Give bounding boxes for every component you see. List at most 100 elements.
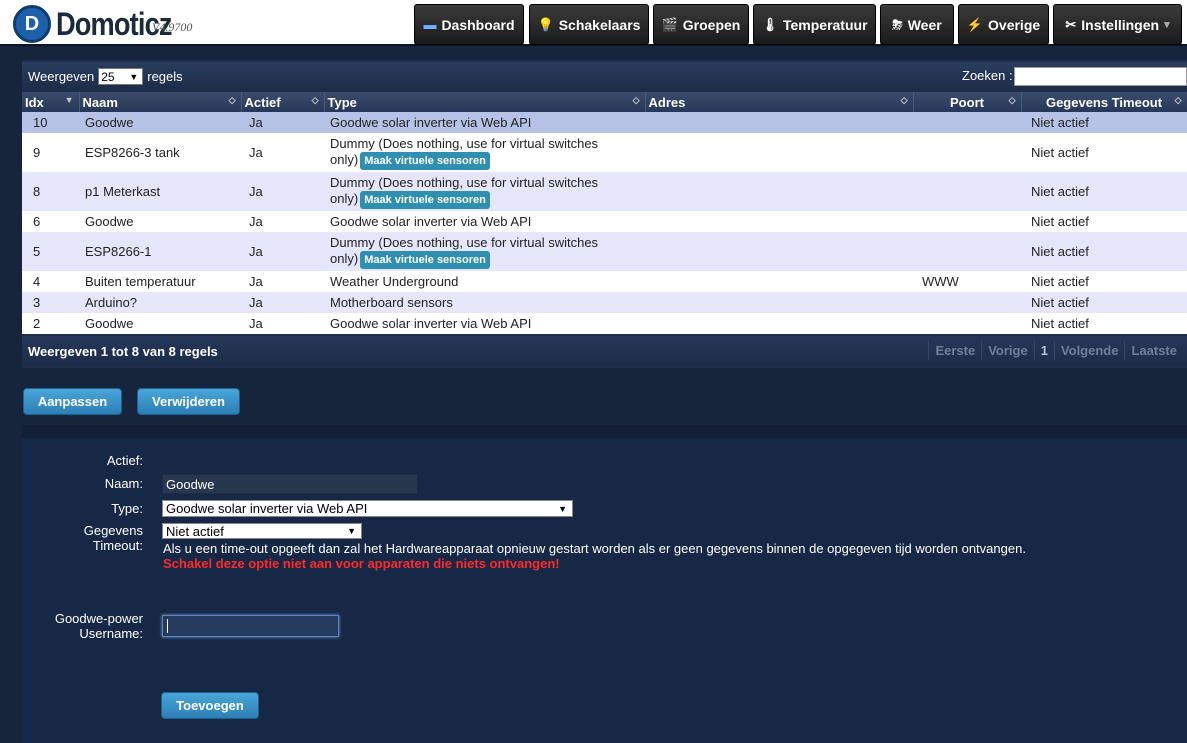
type-line: Dummy (Does nothing, use for virtual swi… — [330, 135, 599, 151]
show-prefix: Weergeven — [28, 69, 95, 84]
column-idx[interactable]: Idx ▼ — [22, 92, 80, 112]
sort-icon: ◇ — [1008, 95, 1016, 105]
table-footer: Weergeven 1 tot 8 van 8 regels Eerste Vo… — [22, 336, 1187, 366]
nav-weather-label: Weer — [907, 16, 942, 33]
scenes-icon: 🎬 — [661, 16, 678, 32]
page-previous[interactable]: Vorige — [981, 341, 1034, 360]
nav-dashboard[interactable]: ▬ Dashboard — [414, 4, 524, 45]
page-last[interactable]: Laatste — [1124, 341, 1183, 360]
utility-icon: ⚡ — [966, 16, 984, 32]
create-virtual-sensors-button[interactable]: Maak virtuele sensoren — [360, 250, 490, 269]
type-select-value: Goodwe solar inverter via Web API — [166, 501, 368, 516]
cell-type: Dummy (Does nothing, use for virtual swi… — [324, 232, 645, 271]
sort-icon: ◇ — [632, 95, 640, 105]
column-address[interactable]: Adres ◇ — [645, 92, 914, 112]
cell-port: WWW — [913, 271, 1021, 292]
page-next[interactable]: Volgende — [1053, 341, 1125, 360]
cell-name: Goodwe — [79, 313, 241, 334]
cell-name: Goodwe — [79, 112, 241, 133]
cell-enabled: Ja — [241, 172, 324, 211]
nav-scenes-label: Groepen — [682, 16, 741, 33]
nav-scenes[interactable]: 🎬 Groepen — [653, 4, 749, 45]
timeout-label: Gegevens Timeout: — [83, 523, 143, 553]
type-select[interactable]: Goodwe solar inverter via Web API ▼ — [162, 500, 573, 517]
cell-enabled: Ja — [241, 232, 324, 271]
add-button[interactable]: Toevoegen — [161, 692, 259, 719]
table-row[interactable]: 9 ESP8266-3 tank Ja Dummy (Does nothing, us… — [22, 133, 1187, 172]
create-virtual-sensors-button[interactable]: Maak virtuele sensoren — [360, 151, 490, 170]
username-input[interactable] — [162, 615, 339, 637]
chevron-down-icon: ▼ — [129, 71, 139, 82]
chevron-down-icon: ▾ — [1164, 19, 1170, 31]
create-virtual-sensors-button[interactable]: Maak virtuele sensoren — [360, 190, 490, 209]
cell-name: Goodwe — [79, 211, 241, 232]
page-first[interactable]: Eerste — [928, 341, 981, 360]
weather-icon: ⛈ — [892, 16, 903, 32]
cell-idx: 4 — [22, 271, 79, 292]
name-label: Naam: — [104, 476, 143, 491]
table-row[interactable]: 3 Arduino? Ja Motherboard sensors Niet actie… — [22, 292, 1187, 313]
thermometer-icon: 🌡 — [761, 16, 778, 32]
nav-weather[interactable]: ⛈ Weer — [880, 4, 954, 45]
cell-type: Goodwe solar inverter via Web API — [324, 112, 645, 133]
lightbulb-icon: 💡 — [537, 16, 554, 32]
delete-button[interactable]: Verwijderen — [137, 388, 240, 415]
cell-idx: 3 — [22, 292, 79, 313]
column-type[interactable]: Type ◇ — [324, 92, 646, 112]
cell-address — [645, 292, 913, 313]
sort-icon: ◇ — [228, 95, 236, 105]
cell-enabled: Ja — [241, 271, 324, 292]
cell-port — [913, 292, 1021, 313]
nav-dashboard-label: Dashboard — [441, 16, 515, 33]
timeout-help-text: Als u een time-out opgeeft dan zal het H… — [163, 541, 1026, 556]
cell-port — [913, 172, 1021, 211]
column-enabled[interactable]: Actief ◇ — [241, 92, 325, 112]
cell-name: ESP8266-3 tank — [79, 133, 241, 172]
timeout-select[interactable]: Niet actief ▼ — [162, 523, 362, 539]
table-row[interactable]: 5 ESP8266-1 Ja Dummy (Does nothing, use for… — [22, 232, 1187, 271]
table-row[interactable]: 8 p1 Meterkast Ja Dummy (Does nothing, use … — [22, 172, 1187, 211]
cell-type: Goodwe solar inverter via Web API — [324, 211, 645, 232]
cell-address — [645, 133, 913, 172]
cell-enabled: Ja — [241, 211, 324, 232]
nav-utility[interactable]: ⚡ Overige — [958, 4, 1049, 45]
nav-switches[interactable]: 💡 Schakelaars — [529, 4, 649, 45]
page-current[interactable]: 1 — [1033, 341, 1054, 360]
cell-address — [645, 112, 913, 133]
nav-temperature[interactable]: 🌡 Temperatuur — [753, 4, 876, 45]
cell-port — [913, 133, 1021, 172]
table-info: Weergeven 1 tot 8 van 8 regels — [28, 344, 218, 359]
nav-switches-label: Schakelaars — [558, 16, 641, 33]
hardware-table: Idx ▼ Naam ◇ Actief ◇ Type ◇ Adres ◇ Poort ◇ G… — [22, 92, 1187, 334]
page-length-select[interactable]: 25 ▼ — [98, 68, 144, 85]
cell-port — [913, 211, 1021, 232]
cell-port — [913, 112, 1021, 133]
search-label: Zoeken : — [962, 68, 1013, 83]
column-timeout[interactable]: Gegevens Timeout ◇ — [1021, 92, 1187, 112]
app-version: V4.9700 — [152, 20, 193, 34]
cell-type: Dummy (Does nothing, use for virtual swi… — [324, 172, 645, 211]
top-bar: D Domoticz V4.9700 ▬ Dashboard 💡 Schakel… — [0, 0, 1187, 46]
cell-name: Buiten temperatuur — [79, 271, 241, 292]
update-button[interactable]: Aanpassen — [23, 388, 122, 415]
table-row[interactable]: 2 Goodwe Ja Goodwe solar inverter via Web A… — [22, 313, 1187, 334]
column-name[interactable]: Naam ◇ — [79, 92, 242, 112]
sort-icon: ◇ — [900, 95, 908, 105]
column-port[interactable]: Poort ◇ — [913, 92, 1022, 112]
nav-settings[interactable]: ✂ Instellingen ▾ — [1053, 4, 1182, 45]
settings-icon: ✂ — [1065, 16, 1077, 32]
table-row[interactable]: 6 Goodwe Ja Goodwe solar inverter via Web A… — [22, 211, 1187, 232]
cell-type: Motherboard sensors — [324, 292, 645, 313]
cell-enabled: Ja — [241, 133, 324, 172]
nav-temperature-label: Temperatuur — [782, 16, 868, 33]
cell-enabled: Ja — [241, 112, 324, 133]
cell-timeout: Niet actief — [1021, 112, 1187, 133]
pagination: Eerste Vorige 1 Volgende Laatste — [928, 341, 1183, 360]
cell-timeout: Niet actief — [1021, 313, 1187, 334]
table-row[interactable]: 4 Buiten temperatuur Ja Weather Underground… — [22, 271, 1187, 292]
search-input[interactable] — [1014, 67, 1187, 86]
sort-icon: ◇ — [311, 95, 319, 105]
name-field[interactable]: Goodwe — [162, 474, 418, 494]
cell-idx: 9 — [22, 133, 79, 172]
table-row[interactable]: 10 Goodwe Ja Goodwe solar inverter via Web … — [22, 112, 1187, 133]
